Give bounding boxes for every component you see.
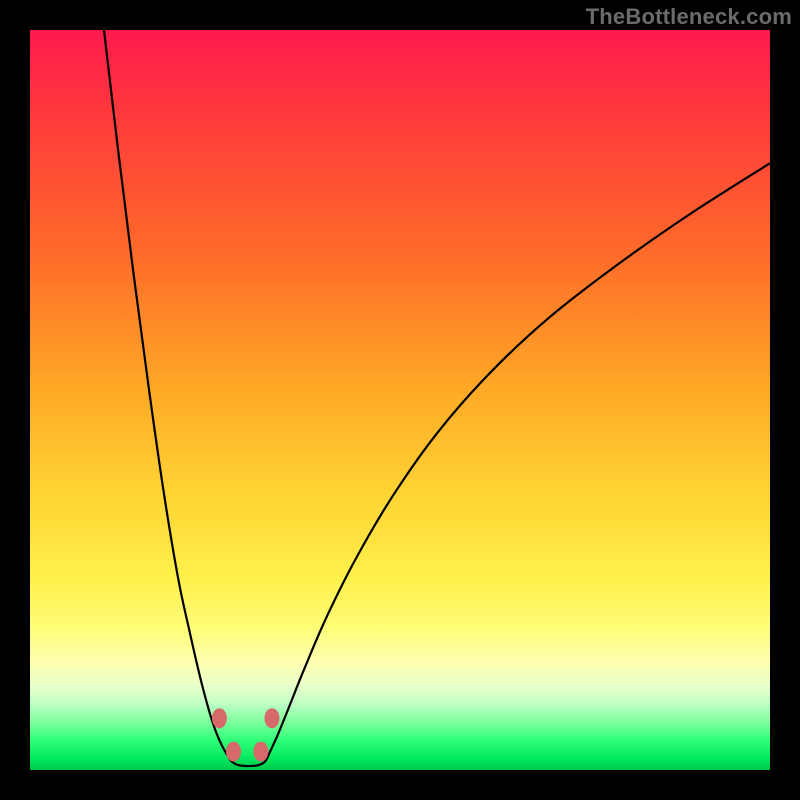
marker-right-lower (253, 742, 268, 762)
curve-markers (212, 708, 280, 761)
watermark-text: TheBottleneck.com (586, 4, 792, 30)
bottleneck-curve (104, 30, 770, 766)
curve-overlay (30, 30, 770, 770)
marker-left-lower (226, 742, 241, 762)
marker-left-upper (212, 708, 227, 728)
marker-right-upper (264, 708, 279, 728)
chart-container: TheBottleneck.com (0, 0, 800, 800)
plot-area (30, 30, 770, 770)
